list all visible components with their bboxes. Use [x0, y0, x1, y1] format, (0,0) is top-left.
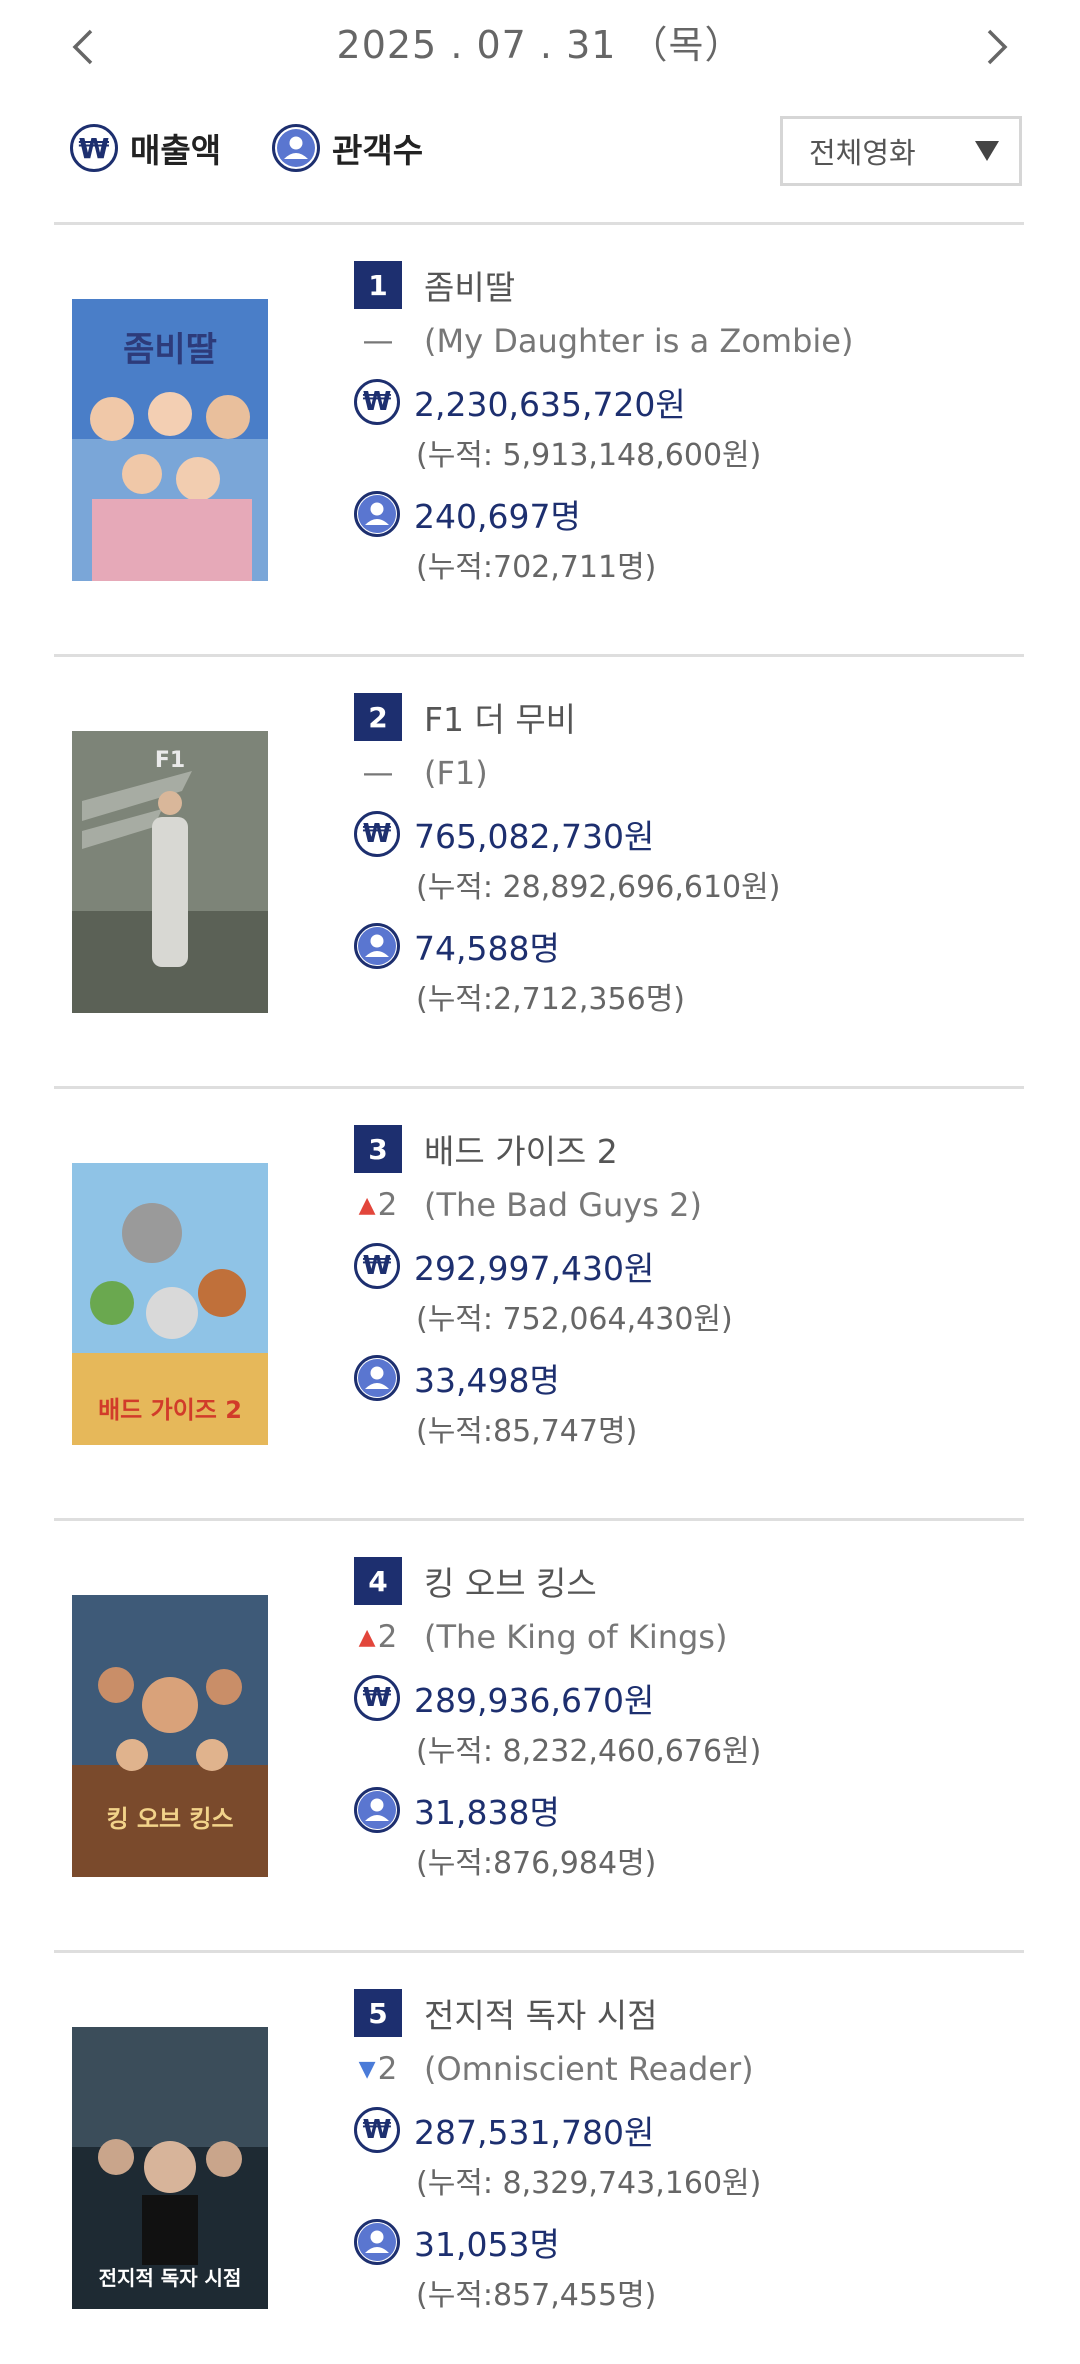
cumulative-sales: (누적: 28,892,696,610원) [416, 870, 781, 905]
movie-title[interactable]: 킹 오브 킹스 [424, 1557, 597, 1605]
movie-poster[interactable]: 배드 가이즈 2 [72, 1163, 268, 1445]
rank-badge: 1 [354, 261, 402, 309]
current-date: 2025 . 07 . 31 （목） [336, 23, 744, 67]
sales-label: 매출액 [130, 131, 222, 170]
rank-change-value: — [362, 755, 394, 791]
original-title: (The King of Kings) [424, 1618, 728, 1656]
movie-title[interactable]: F1 더 무비 [424, 693, 576, 741]
person-icon [354, 1787, 400, 1833]
movie-poster[interactable]: 좀비딸 [72, 299, 268, 581]
box-office-list: 좀비딸 1 좀비딸 — (My Daughter is a Zombie) ₩ … [54, 222, 1024, 2364]
movie-item[interactable]: 전지적 독자 시점 5 전지적 독자 시점 ▼ 2 (Omniscient Rea… [54, 1950, 1024, 2364]
movie-title[interactable]: 전지적 독자 시점 [424, 1989, 658, 2037]
person-icon [354, 2219, 400, 2265]
cumulative-sales: (누적: 5,913,148,600원) [416, 438, 762, 473]
rank-badge: 3 [354, 1125, 402, 1173]
cumulative-audience: (누적:876,984명) [416, 1846, 657, 1881]
rank-change: — [354, 323, 402, 359]
rank-badge: 4 [354, 1557, 402, 1605]
rank-change: — [354, 755, 402, 791]
movie-title[interactable]: 배드 가이즈 2 [424, 1125, 618, 1173]
movie-item[interactable]: 배드 가이즈 2 3 배드 가이즈 2 ▲ 2 (The Bad Guys 2) … [54, 1086, 1024, 1518]
person-icon [272, 124, 320, 172]
rank-badge: 5 [354, 1989, 402, 2037]
svg-text:배드 가이즈 2: 배드 가이즈 2 [98, 1396, 242, 1424]
won-icon: ₩ [70, 124, 118, 172]
original-title: (Omniscient Reader) [424, 2050, 754, 2088]
svg-text:킹 오브 킹스: 킹 오브 킹스 [106, 1805, 233, 1833]
movie-title[interactable]: 좀비딸 [424, 261, 515, 309]
rank-change: ▲ 2 [354, 1619, 402, 1655]
won-icon: ₩ [354, 2107, 400, 2153]
rank-change-value: 2 [377, 1619, 398, 1655]
arrow-down-icon: ▼ [358, 2056, 376, 2082]
cumulative-sales: (누적: 8,329,743,160원) [416, 2166, 762, 2201]
movie-poster[interactable]: F1 [72, 731, 268, 1013]
movie-poster[interactable]: 킹 오브 킹스 [72, 1595, 268, 1877]
rank-change: ▲ 2 [354, 1187, 402, 1223]
rank-change-value: 2 [377, 2051, 398, 2087]
daily-audience: 31,053명 [414, 2225, 560, 2264]
arrow-up-icon: ▲ [358, 1624, 376, 1650]
svg-text:F1: F1 [155, 748, 185, 773]
daily-sales: 289,936,670원 [414, 1681, 655, 1720]
daily-sales: 287,531,780원 [414, 2113, 655, 2152]
daily-audience: 33,498명 [414, 1361, 560, 1400]
rank-change: ▼ 2 [354, 2051, 402, 2087]
rank-change-value: — [362, 323, 394, 359]
arrow-up-icon: ▲ [358, 1192, 376, 1218]
audience-toggle[interactable]: 관객수 [272, 124, 423, 172]
rank-badge: 2 [354, 693, 402, 741]
next-date-button[interactable] [978, 22, 1018, 72]
cumulative-sales: (누적: 8,232,460,676원) [416, 1734, 762, 1769]
rank-change-value: 2 [377, 1187, 398, 1223]
movie-poster[interactable]: 전지적 독자 시점 [72, 2027, 268, 2309]
controls-bar: ₩ 매출액 관객수 전체영화 [0, 112, 1080, 192]
movie-filter-value: 전체영화 [809, 136, 916, 170]
original-title: (The Bad Guys 2) [424, 1186, 702, 1224]
daily-sales: 2,230,635,720원 [414, 385, 686, 424]
daily-audience: 74,588명 [414, 929, 560, 968]
won-icon: ₩ [354, 379, 400, 425]
person-icon [354, 1355, 400, 1401]
chevron-right-icon [987, 29, 1008, 65]
cumulative-audience: (누적:702,711명) [416, 550, 657, 585]
date-navigation: 2025 . 07 . 31 （목） [0, 0, 1080, 90]
won-icon: ₩ [354, 811, 400, 857]
cumulative-audience: (누적:2,712,356명) [416, 982, 685, 1017]
movie-filter-select[interactable]: 전체영화 [780, 116, 1022, 186]
original-title: (My Daughter is a Zombie) [424, 322, 854, 360]
person-icon [354, 491, 400, 537]
original-title: (F1) [424, 754, 488, 792]
audience-label: 관객수 [332, 131, 424, 170]
daily-sales: 292,997,430원 [414, 1249, 655, 1288]
svg-text:전지적 독자 시점: 전지적 독자 시점 [99, 2266, 242, 2290]
cumulative-audience: (누적:857,455명) [416, 2278, 657, 2313]
cumulative-sales: (누적: 752,064,430원) [416, 1302, 733, 1337]
won-icon: ₩ [354, 1243, 400, 1289]
daily-audience: 31,838명 [414, 1793, 560, 1832]
daily-sales: 765,082,730원 [414, 817, 655, 856]
daily-audience: 240,697명 [414, 497, 581, 536]
cumulative-audience: (누적:85,747명) [416, 1414, 638, 1449]
sales-toggle[interactable]: ₩ 매출액 [70, 124, 221, 172]
svg-text:좀비딸: 좀비딸 [123, 330, 217, 370]
movie-item[interactable]: 킹 오브 킹스 4 킹 오브 킹스 ▲ 2 (The King of Kings)… [54, 1518, 1024, 1950]
movie-item[interactable]: 좀비딸 1 좀비딸 — (My Daughter is a Zombie) ₩ … [54, 222, 1024, 654]
won-icon: ₩ [354, 1675, 400, 1721]
movie-item[interactable]: F1 2 F1 더 무비 — (F1) ₩ 765,082,730원 (누적: … [54, 654, 1024, 1086]
dropdown-caret-icon [975, 141, 999, 161]
person-icon [354, 923, 400, 969]
